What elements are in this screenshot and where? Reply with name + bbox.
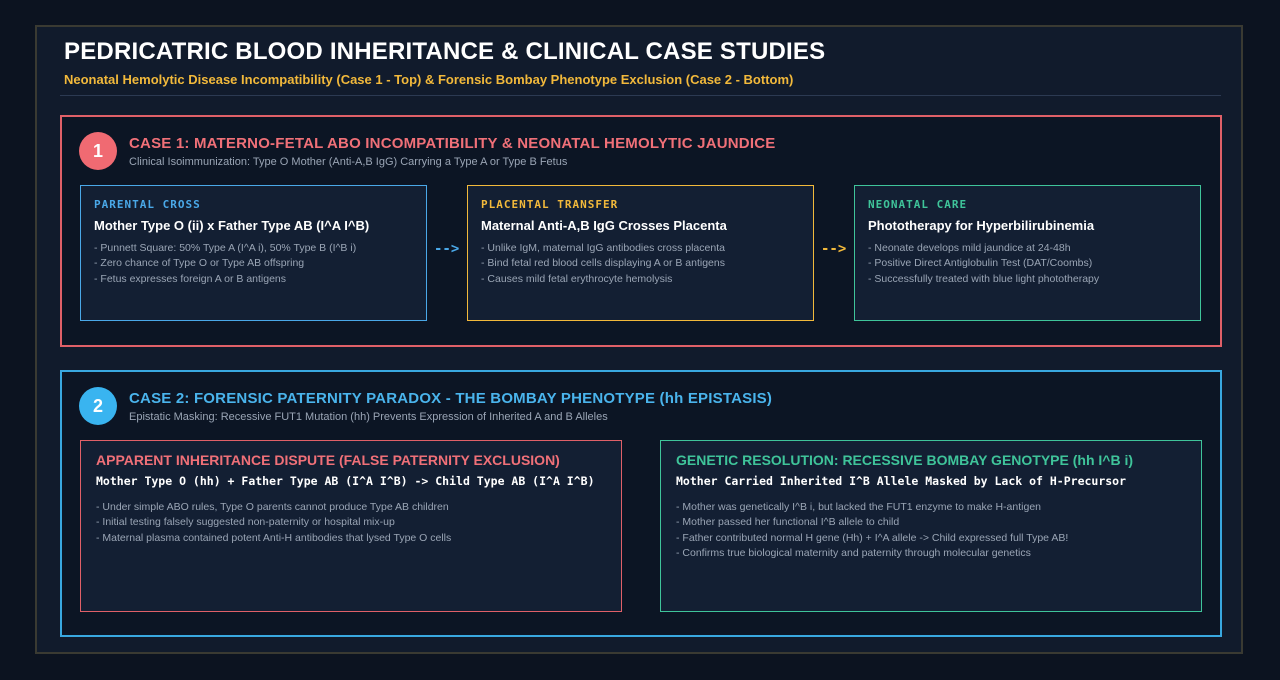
bullet-item: - Fetus expresses foreign A or B antigen… — [94, 272, 287, 285]
step-bullets: - Neonate develops mild jaundice at 24-4… — [868, 241, 1099, 287]
bullet-item: - Unlike IgM, maternal IgG antibodies cr… — [481, 242, 725, 254]
case2-subtitle: Epistatic Masking: Recessive FUT1 Mutati… — [129, 411, 608, 423]
panel-title: APPARENT INHERITANCE DISPUTE (FALSE PATE… — [96, 452, 560, 468]
case1-panel: 1 CASE 1: MATERNO-FETAL ABO INCOMPATIBIL… — [60, 115, 1222, 347]
bullet-item: - Father contributed normal H gene (Hh) … — [676, 531, 1069, 544]
bullet-item: - Neonate develops mild jaundice at 24-4… — [868, 242, 1071, 254]
step-heading: Maternal Anti-A,B IgG Crosses Placenta — [481, 218, 727, 233]
panel-genetic-resolution: GENETIC RESOLUTION: RECESSIVE BOMBAY GEN… — [660, 440, 1202, 612]
step-parental-cross: PARENTAL CROSS Mother Type O (ii) x Fath… — [80, 185, 427, 321]
bullet-item: - Mother was genetically I^B i, but lack… — [676, 501, 1042, 513]
step-label: PARENTAL CROSS — [94, 198, 201, 211]
panel-title: GENETIC RESOLUTION: RECESSIVE BOMBAY GEN… — [676, 452, 1134, 468]
header-divider — [60, 95, 1221, 96]
step-heading: Mother Type O (ii) x Father Type AB (I^A… — [94, 218, 370, 233]
step-placental-transfer: PLACENTAL TRANSFER Maternal Anti-A,B IgG… — [467, 185, 814, 321]
step-label: PLACENTAL TRANSFER — [481, 198, 619, 211]
panel-inheritance-dispute: APPARENT INHERITANCE DISPUTE (FALSE PATE… — [80, 440, 622, 612]
step-bullets: - Unlike IgM, maternal IgG antibodies cr… — [481, 241, 725, 287]
case2-number-badge: 2 — [79, 387, 117, 425]
bullet-item: - Initial testing falsely suggested non-… — [96, 516, 395, 529]
bullet-item: - Confirms true biological maternity and… — [676, 546, 1031, 559]
case1-subtitle: Clinical Isoimmunization: Type O Mother … — [129, 156, 568, 168]
bullet-item: - Zero chance of Type O or Type AB offsp… — [94, 257, 305, 270]
step-bullets: - Punnett Square: 50% Type A (I^A i), 50… — [94, 241, 356, 287]
bullet-item: - Under simple ABO rules, Type O parents… — [96, 501, 449, 513]
case1-number-badge: 1 — [79, 132, 117, 170]
bullet-item: - Punnett Square: 50% Type A (I^A i), 50… — [94, 242, 357, 254]
panel-bullets: - Mother was genetically I^B i, but lack… — [676, 500, 1068, 561]
page-subtitle: Neonatal Hemolytic Disease Incompatibili… — [64, 72, 794, 87]
flow-arrow-1: --> — [434, 241, 460, 257]
flow-arrow-2: --> — [821, 241, 847, 257]
bullet-item: - Maternal plasma contained potent Anti-… — [96, 531, 452, 544]
case2-panel: 2 CASE 2: FORENSIC PATERNITY PARADOX - T… — [60, 370, 1222, 637]
bullet-item: - Bind fetal red blood cells displaying … — [481, 257, 725, 270]
panel-heading: Mother Carried Inherited I^B Allele Mask… — [676, 474, 1127, 488]
step-label: NEONATAL CARE — [868, 198, 968, 211]
bullet-item: - Mother passed her functional I^B allel… — [676, 516, 900, 529]
panel-bullets: - Under simple ABO rules, Type O parents… — [96, 500, 451, 546]
case2-title: CASE 2: FORENSIC PATERNITY PARADOX - THE… — [129, 390, 773, 407]
step-neonatal-care: NEONATAL CARE Phototherapy for Hyperbili… — [854, 185, 1201, 321]
page-title: PEDRICATRIC BLOOD INHERITANCE & CLINICAL… — [64, 38, 826, 65]
bullet-item: - Successfully treated with blue light p… — [868, 272, 1100, 285]
bullet-item: - Positive Direct Antiglobulin Test (DAT… — [868, 257, 1093, 270]
bullet-item: - Causes mild fetal erythrocyte hemolysi… — [481, 272, 673, 285]
step-heading: Phototherapy for Hyperbilirubinemia — [868, 218, 1095, 233]
case1-title: CASE 1: MATERNO-FETAL ABO INCOMPATIBILIT… — [129, 135, 776, 152]
panel-heading: Mother Type O (hh) + Father Type AB (I^A… — [96, 474, 595, 488]
